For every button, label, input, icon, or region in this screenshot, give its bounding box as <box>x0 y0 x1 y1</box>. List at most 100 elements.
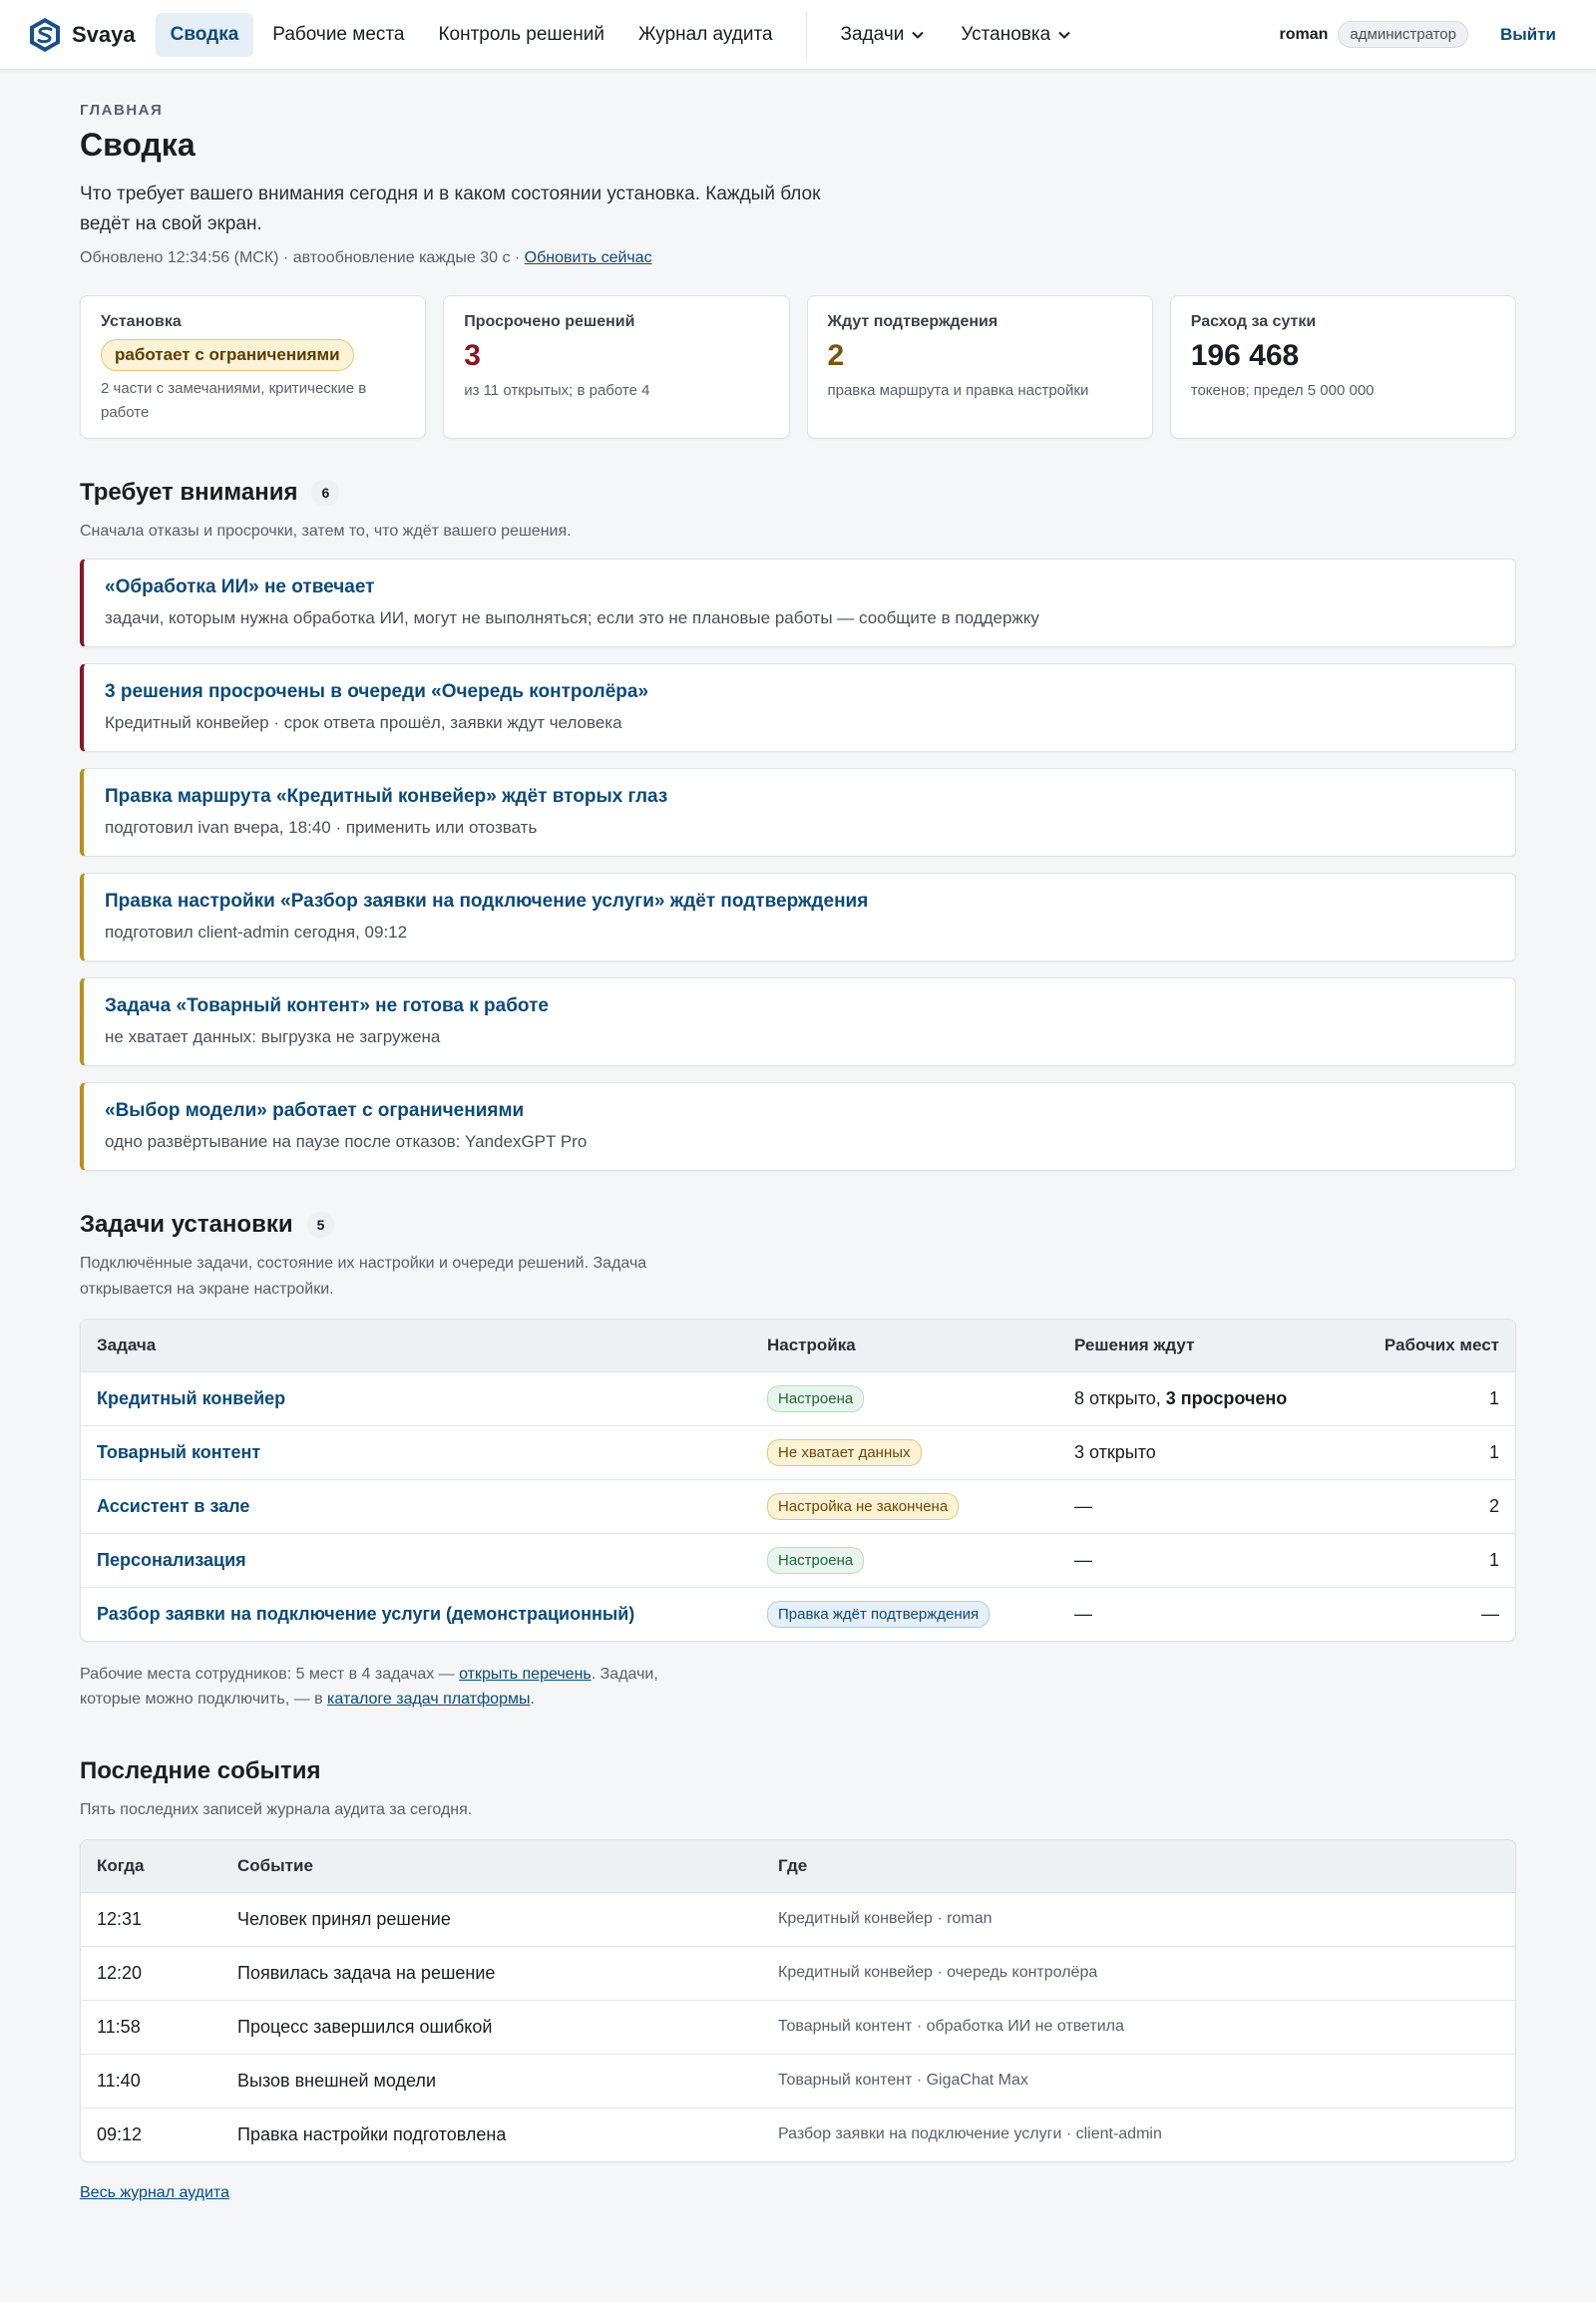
main-nav: Сводка Рабочие места Контроль решений Жу… <box>155 11 1088 58</box>
events-section: Последние события Пять последних записей… <box>80 1757 1516 2202</box>
status-badge: Настройка не закончена <box>767 1492 960 1520</box>
tasks-section: Задачи установки 5 Подключённые задачи, … <box>80 1211 1516 1712</box>
event-name: Вызов внешней модели <box>221 2054 762 2109</box>
seats-cell: 1 <box>1338 1371 1515 1426</box>
full-audit-log-link[interactable]: Весь журнал аудита <box>80 2184 229 2202</box>
table-row: Разбор заявки на подключение услуги (дем… <box>81 1587 1515 1641</box>
column-header: Событие <box>221 1840 762 1893</box>
kpi-label: Просрочено решений <box>464 313 635 330</box>
overdue-count: 3 просрочено <box>1165 1387 1288 1408</box>
refresh-now-link[interactable]: Обновить сейчас <box>525 249 652 266</box>
nav-dropdown-install[interactable]: Установка <box>945 13 1087 57</box>
event-where: Разбор заявки на подключение услуги · cl… <box>778 2125 1162 2143</box>
main-content: ГЛАВНАЯ Сводка Что требует вашего вниман… <box>80 70 1516 2202</box>
nav-item-decision-control[interactable]: Контроль решений <box>423 13 618 57</box>
kpi-value: 2 <box>827 339 845 372</box>
table-row: Товарный контент Не хватает данных 3 отк… <box>81 1425 1515 1480</box>
waiting-cell: — <box>1074 1603 1092 1624</box>
brand[interactable]: Svaya <box>28 17 136 53</box>
nav-dropdown-tasks-label: Задачи <box>840 23 905 45</box>
attention-item-title: Правка настройки «Разбор заявки на подкл… <box>105 891 869 912</box>
kpi-note: из 11 открытых; в работе 4 <box>464 382 650 399</box>
kpi-note: 2 части с замечаниями, критические в раб… <box>101 380 367 421</box>
event-time: 12:20 <box>81 1946 221 2001</box>
column-header: Настройка <box>751 1320 1058 1372</box>
nav-item-audit-log[interactable]: Журнал аудита <box>623 13 788 57</box>
attention-item[interactable]: «Обработка ИИ» не отвечает задачи, котор… <box>80 559 1516 647</box>
updated-line: Обновлено 12:34:56 (МСК) · автообновлени… <box>80 249 1516 267</box>
attention-item-title: «Обработка ИИ» не отвечает <box>105 576 375 597</box>
status-badge: Не хватает данных <box>767 1438 922 1466</box>
page-eyebrow: ГЛАВНАЯ <box>80 102 164 119</box>
chevron-down-icon <box>912 31 925 39</box>
seats-cell: 2 <box>1338 1479 1515 1534</box>
waiting-text: 8 открыто, <box>1074 1387 1166 1408</box>
attention-item[interactable]: Правка настройки «Разбор заявки на подкл… <box>80 873 1516 961</box>
waiting-cell: 8 открыто, 3 просрочено <box>1058 1371 1338 1426</box>
section-description: Подключённые задачи, состояние их настро… <box>80 1255 647 1298</box>
table-row: 11:58 Процесс завершился ошибкой Товарны… <box>81 2000 1515 2055</box>
task-link[interactable]: Персонализация <box>97 1550 246 1570</box>
nav-item-summary[interactable]: Сводка <box>155 12 254 57</box>
kpi-usage[interactable]: Расход за сутки 196 468 токенов; предел … <box>1169 295 1516 439</box>
section-title: Требует внимания <box>80 479 298 506</box>
kpi-overdue[interactable]: Просрочено решений 3 из 11 открытых; в р… <box>443 295 790 439</box>
event-where: Товарный контент · GigaChat Max <box>762 2054 1515 2109</box>
kpi-cards: Установка работает с ограничениями 2 час… <box>80 295 1516 439</box>
attention-item[interactable]: Правка маршрута «Кредитный конвейер» ждё… <box>80 768 1516 857</box>
column-header: Решения ждут <box>1058 1320 1338 1372</box>
task-link[interactable]: Разбор заявки на подключение услуги (дем… <box>97 1604 634 1624</box>
attention-item[interactable]: «Выбор модели» работает с ограничениями … <box>80 1082 1516 1171</box>
attention-item-title: «Выбор модели» работает с ограничениями <box>105 1100 525 1121</box>
kpi-install[interactable]: Установка работает с ограничениями 2 час… <box>80 295 427 439</box>
logo-icon <box>30 17 60 52</box>
event-where: Товарный контент · обработка ИИ не ответ… <box>762 2000 1515 2055</box>
kpi-label: Ждут подтверждения <box>827 313 998 330</box>
count-badge: 6 <box>311 480 340 506</box>
footnote-text: . <box>530 1691 535 1708</box>
section-header: Задачи установки 5 <box>80 1211 1516 1239</box>
event-time: 11:40 <box>81 2054 221 2109</box>
column-header: Где <box>762 1840 1515 1893</box>
attention-item-text: одно развёртывание на паузе после отказо… <box>105 1132 588 1151</box>
column-header: Когда <box>81 1840 221 1893</box>
catalog-link[interactable]: каталоге задач платформы <box>327 1691 530 1708</box>
count-badge: 5 <box>306 1212 335 1238</box>
page-lead: Что требует вашего внимания сегодня и в … <box>80 184 821 234</box>
nav-dropdown-tasks[interactable]: Задачи <box>825 13 942 57</box>
attention-item[interactable]: 3 решения просрочены в очереди «Очередь … <box>80 663 1516 752</box>
task-link[interactable]: Кредитный конвейер <box>97 1388 285 1408</box>
event-name: Правка настройки подготовлена <box>237 2123 507 2144</box>
table-header-row: Когда Событие Где <box>81 1840 1515 1893</box>
user-area: roman администратор Выйти <box>1280 19 1569 51</box>
task-link[interactable]: Товарный контент <box>97 1442 260 1462</box>
event-name: Человек принял решение <box>221 1892 762 1947</box>
logout-button[interactable]: Выйти <box>1488 19 1568 51</box>
table-row: 11:40 Вызов внешней модели Товарный конт… <box>81 2054 1515 2109</box>
open-list-link[interactable]: открыть перечень <box>459 1666 592 1683</box>
attention-item[interactable]: Задача «Товарный контент» не готова к ра… <box>80 977 1516 1066</box>
waiting-cell: — <box>1058 1479 1338 1534</box>
table-header-row: Задача Настройка Решения ждут Рабочих ме… <box>81 1320 1515 1372</box>
table-row: Кредитный конвейер Настроена 8 открыто, … <box>81 1371 1515 1426</box>
top-bar: Svaya Сводка Рабочие места Контроль реше… <box>0 0 1596 70</box>
attention-list: «Обработка ИИ» не отвечает задачи, котор… <box>80 559 1516 1171</box>
event-time: 09:12 <box>97 2123 143 2144</box>
footnote-text: Рабочие места сотрудников: 5 мест в 4 за… <box>80 1666 460 1683</box>
task-link[interactable]: Ассистент в зале <box>97 1496 249 1516</box>
kpi-pending[interactable]: Ждут подтверждения 2 правка маршрута и п… <box>806 295 1153 439</box>
table-row: 09:12 Правка настройки подготовлена Разб… <box>81 2108 1515 2161</box>
brand-name: Svaya <box>72 21 136 47</box>
nav-item-workplaces[interactable]: Рабочие места <box>257 13 419 57</box>
section-title: Последние события <box>80 1757 321 1784</box>
attention-item-title: Задача «Товарный контент» не готова к ра… <box>105 995 549 1016</box>
kpi-value: 196 468 <box>1190 339 1300 372</box>
role-badge: администратор <box>1338 21 1468 48</box>
section-title: Задачи установки <box>80 1211 293 1238</box>
kpi-note: правка маршрута и правка настройки <box>827 382 1089 399</box>
nav-dropdown-install-label: Установка <box>961 23 1051 45</box>
table-row: 12:20 Появилась задача на решение Кредит… <box>81 1946 1515 2001</box>
section-description: Пять последних записей журнала аудита за… <box>80 1801 473 1818</box>
tasks-footnote: Рабочие места сотрудников: 5 мест в 4 за… <box>80 1662 708 1712</box>
table-row: Ассистент в зале Настройка не закончена … <box>81 1479 1515 1534</box>
